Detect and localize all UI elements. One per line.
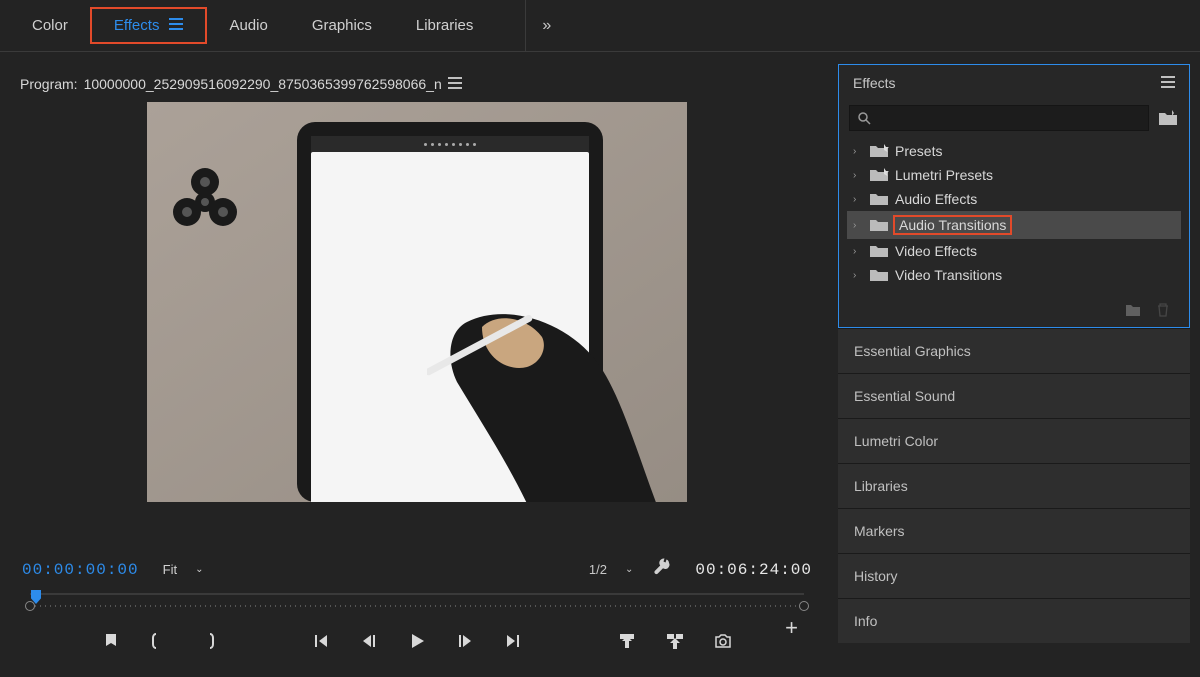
tab-label: Graphics (312, 17, 372, 34)
step-forward-icon[interactable] (455, 631, 475, 651)
new-custom-bin-icon[interactable] (1157, 108, 1179, 128)
program-label-prefix: Program: (20, 76, 78, 92)
effects-tree-item[interactable]: › Presets (847, 139, 1181, 163)
timeline-ruler[interactable] (22, 591, 812, 613)
folder-icon (869, 168, 889, 182)
tree-item-label: Presets (895, 143, 942, 159)
add-marker-icon[interactable] (101, 631, 121, 651)
search-icon (858, 112, 871, 125)
right-column: Effects › Presets › Lumetri Presets › Audio E… (838, 64, 1190, 665)
folder-icon (869, 144, 889, 158)
collapsed-panel[interactable]: Lumetri Color (838, 418, 1190, 463)
export-frame-icon[interactable] (713, 631, 733, 651)
overflow-menu-icon[interactable]: » (525, 0, 567, 51)
effects-panel: Effects › Presets › Lumetri Presets › Audio E… (838, 64, 1190, 328)
chevron-down-icon: ⌄ (625, 564, 633, 575)
chevron-right-icon: › (853, 220, 863, 231)
tab-label: Color (32, 17, 68, 34)
lift-icon[interactable] (617, 631, 637, 651)
chevron-right-icon: › (853, 246, 863, 257)
video-viewport[interactable] (16, 102, 818, 550)
hamburger-icon[interactable] (448, 76, 462, 92)
tree-item-label: Video Transitions (895, 267, 1002, 283)
workspace-tab-graphics[interactable]: Graphics (290, 9, 394, 42)
program-header: Program: 10000000_252909516092290_875036… (16, 70, 818, 102)
collapsed-panel[interactable]: Libraries (838, 463, 1190, 508)
tree-item-label: Lumetri Presets (895, 167, 993, 183)
chevron-right-icon: › (853, 146, 863, 157)
resolution-select[interactable]: 1/2⌄ (589, 562, 633, 577)
folder-icon (869, 192, 889, 206)
transport-controls (16, 613, 818, 657)
collapsed-panel[interactable]: History (838, 553, 1190, 598)
tree-item-label: Audio Effects (895, 191, 977, 207)
panel-title: Effects (853, 75, 896, 91)
tab-label: Audio (229, 17, 267, 34)
go-to-in-icon[interactable] (311, 631, 331, 651)
effects-tree: › Presets › Lumetri Presets › Audio Effects › A… (839, 137, 1189, 297)
step-back-icon[interactable] (359, 631, 379, 651)
effects-tree-item[interactable]: › Audio Effects (847, 187, 1181, 211)
hand-graphic (427, 292, 677, 502)
program-monitor-panel: Program: 10000000_252909516092290_875036… (10, 64, 824, 665)
tab-label: Effects (114, 17, 160, 34)
collapsed-panel[interactable]: Essential Graphics (838, 328, 1190, 373)
delete-icon[interactable] (1155, 303, 1171, 317)
effects-tree-item[interactable]: › Audio Transitions (847, 211, 1181, 239)
video-frame (147, 102, 687, 502)
play-icon[interactable] (407, 631, 427, 651)
program-sequence-name: 10000000_252909516092290_875036539976259… (84, 76, 442, 92)
player-info-bar: 00:00:00:00 Fit⌄ 1/2⌄ 00:06:24:00 (16, 550, 818, 585)
extract-icon[interactable] (665, 631, 685, 651)
folder-icon (869, 268, 889, 282)
new-bin-icon[interactable] (1125, 303, 1141, 317)
effects-tree-item[interactable]: › Video Effects (847, 239, 1181, 263)
go-to-out-icon[interactable] (503, 631, 523, 651)
workspace-tab-libraries[interactable]: Libraries (394, 9, 496, 42)
collapsed-panel[interactable]: Markers (838, 508, 1190, 553)
current-timecode[interactable]: 00:00:00:00 (22, 561, 139, 579)
effects-tree-item[interactable]: › Video Transitions (847, 263, 1181, 287)
settings-wrench-icon[interactable] (653, 558, 671, 581)
tree-item-label: Video Effects (895, 243, 977, 259)
chevron-down-icon: ⌄ (195, 564, 203, 575)
workspace-tab-audio[interactable]: Audio (207, 9, 289, 42)
collapsed-panel[interactable]: Info (838, 598, 1190, 643)
chevron-right-icon: › (853, 170, 863, 181)
chevron-right-icon: › (853, 194, 863, 205)
workspace-tab-color[interactable]: Color (10, 9, 90, 42)
mark-in-icon[interactable] (149, 631, 169, 651)
duration-timecode: 00:06:24:00 (695, 561, 812, 579)
zoom-select[interactable]: Fit⌄ (163, 562, 204, 577)
tree-item-label: Audio Transitions (893, 215, 1012, 235)
effects-tree-item[interactable]: › Lumetri Presets (847, 163, 1181, 187)
hamburger-icon[interactable] (1161, 75, 1175, 91)
hamburger-icon[interactable] (169, 17, 183, 34)
chevron-right-icon: › (853, 270, 863, 281)
fidget-spinner-graphic (165, 162, 245, 242)
workspace-tab-effects[interactable]: Effects (90, 7, 208, 44)
tab-label: Libraries (416, 17, 474, 34)
effects-search-input[interactable] (849, 105, 1149, 131)
workspace-tab-bar: Color Effects Audio Graphics Libraries » (0, 0, 1200, 52)
folder-icon (869, 244, 889, 258)
folder-icon (869, 218, 889, 232)
mark-out-icon[interactable] (197, 631, 217, 651)
collapsed-panel[interactable]: Essential Sound (838, 373, 1190, 418)
button-editor-plus-icon[interactable]: + (785, 615, 798, 641)
